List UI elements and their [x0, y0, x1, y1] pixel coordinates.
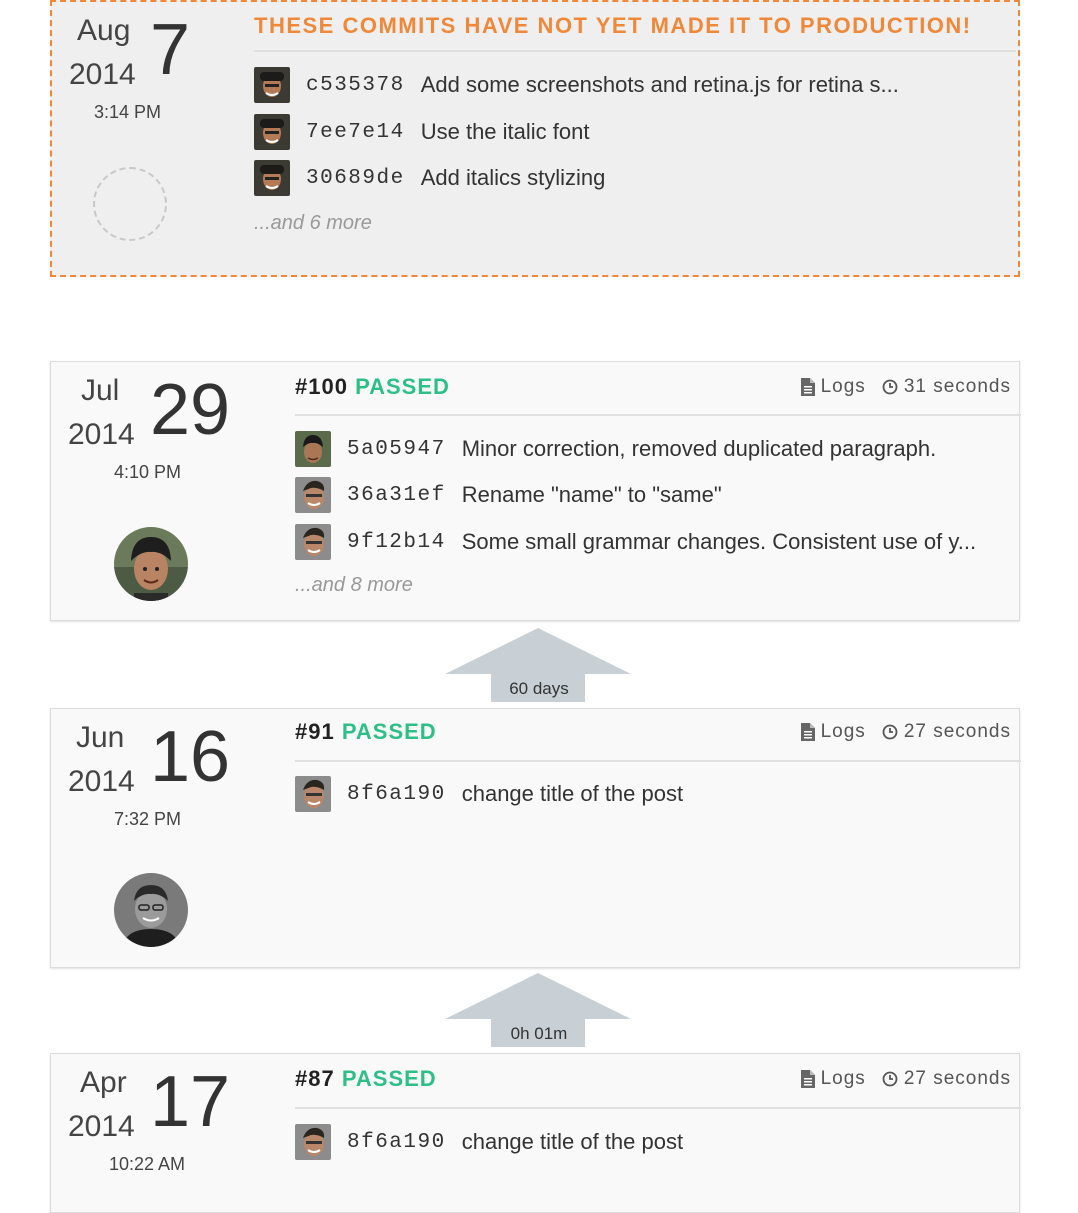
date-year: 2014 [68, 1110, 135, 1143]
divider [295, 760, 1021, 762]
build-number[interactable]: #91 [295, 719, 335, 744]
clock-icon [882, 724, 898, 740]
duration: 27 seconds [882, 721, 1011, 743]
commit-message: Rename "name" to "same" [461, 482, 722, 507]
commit-message: Use the italic font [420, 119, 590, 144]
author-avatar-icon [254, 114, 290, 150]
build-card: Jun 2014 16 7:32 PM #91 PASSED Logs 27 s… [50, 708, 1021, 968]
commit-message: change title of the post [461, 1129, 684, 1154]
commit-sha[interactable]: 30689de [306, 167, 405, 190]
build-heading[interactable]: #87 PASSED [295, 1066, 437, 1092]
build-status: PASSED [341, 1066, 437, 1091]
commit-row[interactable]: 5a05947 Minor correction, removed duplic… [295, 431, 936, 467]
author-avatar-icon [295, 431, 331, 467]
date-day: 16 [150, 717, 231, 797]
date-year: 2014 [68, 418, 135, 451]
committer-avatar-icon [114, 873, 188, 947]
commit-row[interactable]: c535378 Add some screenshots and retina.… [254, 67, 899, 103]
commit-row[interactable]: 30689de Add italics stylizing [254, 160, 605, 196]
commit-row[interactable]: 8f6a190 change title of the post [295, 776, 683, 812]
commit-message: change title of the post [461, 781, 684, 806]
logs-label[interactable]: Logs [821, 376, 866, 398]
duration-label: 27 seconds [903, 721, 1011, 742]
date-year: 2014 [68, 765, 135, 798]
commit-message: Minor correction, removed duplicated par… [461, 436, 937, 461]
logs-label[interactable]: Logs [821, 721, 866, 743]
divider [254, 50, 1016, 52]
commit-sha[interactable]: 5a05947 [347, 438, 446, 461]
duration: 27 seconds [882, 1068, 1011, 1090]
date-month: Aug [77, 14, 131, 47]
commit-sha[interactable]: c535378 [306, 74, 405, 97]
commit-message: Add italics stylizing [420, 165, 606, 190]
author-avatar-icon [295, 776, 331, 812]
commit-sha[interactable]: 9f12b14 [347, 531, 446, 554]
author-avatar-icon [254, 67, 290, 103]
commit-message: Some small grammar changes. Consistent u… [461, 529, 977, 554]
build-heading[interactable]: #100 PASSED [295, 374, 450, 400]
author-avatar-icon [295, 1124, 331, 1160]
committer-avatar-icon [114, 527, 188, 601]
date-day: 29 [150, 370, 231, 450]
date-month: Jul [81, 374, 120, 407]
clock-icon [882, 379, 898, 395]
commit-sha[interactable]: 36a31ef [347, 484, 446, 507]
logs-label[interactable]: Logs [821, 1068, 866, 1090]
date-time: 7:32 PM [114, 809, 182, 829]
build-meta: Logs 27 seconds [800, 1068, 1011, 1090]
commit-row[interactable]: 36a31ef Rename "name" to "same" [295, 477, 722, 513]
logs-link[interactable]: Logs [800, 721, 866, 743]
date-time: 4:10 PM [114, 462, 182, 482]
duration-label: 27 seconds [903, 1068, 1011, 1089]
commit-row[interactable]: 7ee7e14 Use the italic font [254, 114, 589, 150]
build-card: Jul 2014 29 4:10 PM #100 PASSED Logs 31 … [50, 361, 1021, 621]
author-avatar-icon [295, 477, 331, 513]
file-icon [800, 723, 815, 741]
build-status: PASSED [355, 374, 450, 399]
file-icon [800, 378, 815, 396]
date-month: Jun [76, 721, 125, 754]
author-avatar-icon [254, 160, 290, 196]
duration-label: 31 seconds [903, 376, 1011, 397]
divider [295, 414, 1021, 416]
date-day: 17 [150, 1062, 231, 1142]
undeployed-commits-card: Aug 2014 7 3:14 PM THESE COMMITS HAVE NO… [50, 0, 1020, 277]
commit-message: Add some screenshots and retina.js for r… [420, 72, 899, 97]
commit-sha[interactable]: 8f6a190 [347, 783, 446, 806]
avatar-placeholder [93, 167, 167, 241]
pending-title: THESE COMMITS HAVE NOT YET MADE IT TO PR… [254, 13, 972, 38]
time-gap-label: 60 days [493, 674, 585, 702]
commit-sha[interactable]: 8f6a190 [347, 1131, 446, 1154]
build-status: PASSED [341, 719, 437, 744]
date-time: 3:14 PM [94, 102, 162, 122]
build-card: Apr 2014 17 10:22 AM #87 PASSED Logs 27 … [50, 1053, 1021, 1213]
logs-link[interactable]: Logs [800, 376, 866, 398]
time-gap-arrow: 60 days [445, 628, 631, 702]
date-time: 10:22 AM [109, 1154, 186, 1174]
more-commits-link[interactable]: ...and 8 more [295, 574, 413, 597]
commit-row[interactable]: 8f6a190 change title of the post [295, 1124, 683, 1160]
build-meta: Logs 27 seconds [800, 721, 1011, 743]
commit-sha[interactable]: 7ee7e14 [306, 121, 405, 144]
author-avatar-icon [295, 524, 331, 560]
commit-row[interactable]: 9f12b14 Some small grammar changes. Cons… [295, 524, 976, 560]
divider [295, 1107, 1021, 1109]
build-number[interactable]: #87 [295, 1066, 335, 1091]
build-number[interactable]: #100 [295, 374, 348, 399]
build-heading[interactable]: #91 PASSED [295, 719, 437, 745]
clock-icon [882, 1071, 898, 1087]
date-year: 2014 [69, 58, 136, 91]
time-gap-label: 0h 01m [493, 1019, 585, 1047]
time-gap-arrow: 0h 01m [445, 973, 631, 1047]
file-icon [800, 1070, 815, 1088]
date-month: Apr [80, 1066, 127, 1099]
duration: 31 seconds [882, 376, 1011, 398]
more-commits-link[interactable]: ...and 6 more [254, 212, 372, 235]
logs-link[interactable]: Logs [800, 1068, 866, 1090]
date-day: 7 [150, 10, 191, 90]
build-meta: Logs 31 seconds [800, 376, 1011, 398]
